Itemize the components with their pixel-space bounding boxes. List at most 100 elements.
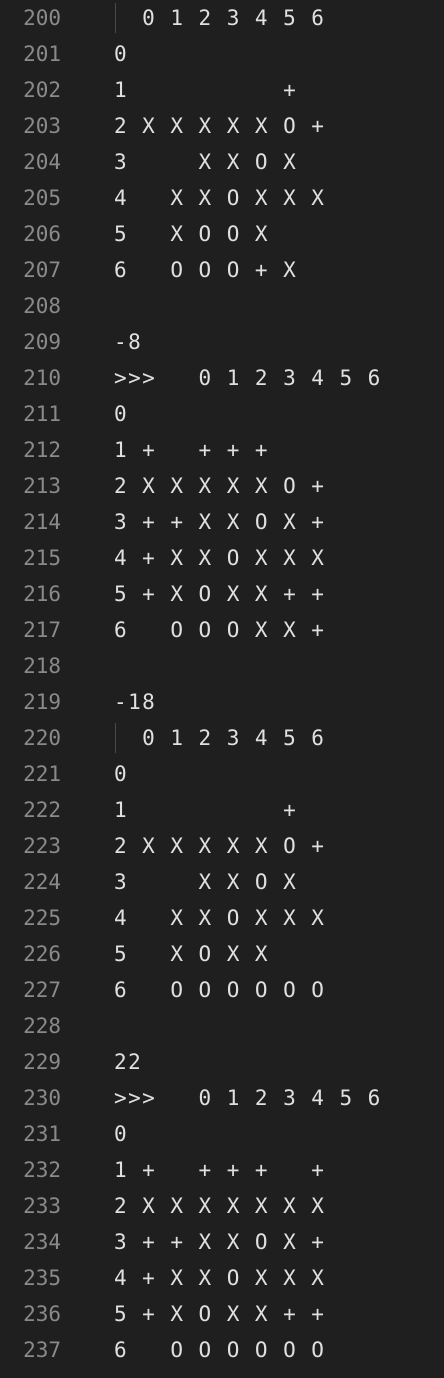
line-number: 213 [23,474,61,498]
line-number: 236 [23,1302,61,1326]
line-content[interactable]: 0 1 2 3 4 5 6 [114,720,325,756]
line-number: 203 [23,114,61,138]
line-content[interactable]: 3 X X O X [114,864,297,900]
line-content[interactable]: 5 X O O X [114,216,269,252]
line-content[interactable]: -18 [114,684,156,720]
line-content[interactable]: 22 [114,1044,142,1080]
line-content[interactable]: 4 X X O X X X [114,900,325,936]
line-content[interactable]: 6 O O O O O O [114,1332,325,1368]
line-content[interactable]: 3 + + X X O X + [114,1224,325,1260]
editor-line[interactable]: 228 [0,1008,444,1044]
line-number: 200 [23,6,61,30]
editor-line[interactable]: 215 4 + X X O X X X [0,540,444,576]
line-content[interactable]: 1 + + + + [114,432,269,468]
line-number: 225 [23,906,61,930]
line-content[interactable]: 5 + X O X X + + [114,1296,325,1332]
line-number: 227 [23,978,61,1002]
line-content[interactable]: 2 X X X X X O + [114,828,325,864]
editor-line[interactable]: 227 6 O O O O O O [0,972,444,1008]
editor-line[interactable]: 211 0 [0,396,444,432]
editor-line[interactable]: 209 -8 [0,324,444,360]
editor-line[interactable]: 201 0 [0,36,444,72]
editor-line[interactable]: 214 3 + + X X O X + [0,504,444,540]
editor-line[interactable]: 236 5 + X O X X + + [0,1296,444,1332]
line-number: 206 [23,222,61,246]
editor-line[interactable]: 235 4 + X X O X X X [0,1260,444,1296]
line-number: 219 [23,690,61,714]
line-content[interactable]: 0 1 2 3 4 5 6 [114,0,325,36]
editor-line[interactable]: 205 4 X X O X X X [0,180,444,216]
line-number: 221 [23,762,61,786]
line-content[interactable]: 0 [114,1116,128,1152]
editor-line[interactable]: 219 -18 [0,684,444,720]
line-number: 208 [23,294,61,318]
line-number: 202 [23,78,61,102]
line-number: 204 [23,150,61,174]
line-content[interactable]: 1 + [114,72,297,108]
line-number: 212 [23,438,61,462]
line-number: 216 [23,582,61,606]
line-content[interactable]: 5 X O X X [114,936,269,972]
line-number: 214 [23,510,61,534]
editor-line[interactable]: 203 2 X X X X X O + [0,108,444,144]
line-content[interactable]: 3 + + X X O X + [114,504,325,540]
editor-line[interactable]: 204 3 X X O X [0,144,444,180]
editor-line[interactable]: 221 0 [0,756,444,792]
line-number: 215 [23,546,61,570]
editor-line[interactable]: 225 4 X X O X X X [0,900,444,936]
line-number: 231 [23,1122,61,1146]
line-content[interactable]: 2 X X X X X O + [114,468,325,504]
code-editor[interactable]: 200 0 1 2 3 4 5 6 201 0 202 1 +203 2 X X X X … [0,0,444,1378]
editor-line[interactable]: 233 2 X X X X X X X [0,1188,444,1224]
line-content[interactable]: >>> 0 1 2 3 4 5 6 [114,360,382,396]
editor-line[interactable]: 230 >>> 0 1 2 3 4 5 6 [0,1080,444,1116]
editor-line[interactable]: 234 3 + + X X O X + [0,1224,444,1260]
editor-line[interactable]: 216 5 + X O X X + + [0,576,444,612]
line-content[interactable]: 0 [114,396,128,432]
line-content[interactable]: 6 O O O O O O [114,972,325,1008]
line-number: 223 [23,834,61,858]
editor-line[interactable]: 212 1 + + + + [0,432,444,468]
line-content[interactable]: 1 + + + + + [114,1152,325,1188]
editor-line[interactable]: 217 6 O O O X X + [0,612,444,648]
line-content[interactable]: 1 + [114,792,297,828]
editor-line[interactable]: 200 0 1 2 3 4 5 6 [0,0,444,36]
line-content[interactable]: 3 X X O X [114,144,297,180]
line-number: 210 [23,366,61,390]
editor-line[interactable]: 222 1 + [0,792,444,828]
editor-line[interactable]: 220 0 1 2 3 4 5 6 [0,720,444,756]
line-number: 224 [23,870,61,894]
editor-line[interactable]: 208 [0,288,444,324]
line-content[interactable]: 4 X X O X X X [114,180,325,216]
line-content[interactable]: 6 O O O X X + [114,612,325,648]
line-content[interactable]: -8 [114,324,142,360]
editor-line[interactable]: 232 1 + + + + + [0,1152,444,1188]
editor-line[interactable]: 218 [0,648,444,684]
editor-line[interactable]: 207 6 O O O + X [0,252,444,288]
editor-line[interactable]: 206 5 X O O X [0,216,444,252]
editor-line[interactable]: 202 1 + [0,72,444,108]
line-content[interactable]: >>> 0 1 2 3 4 5 6 [114,1080,382,1116]
line-content[interactable]: 2 X X X X X O + [114,108,325,144]
line-content[interactable]: 6 O O O + X [114,252,297,288]
line-content[interactable]: 0 [114,756,128,792]
editor-line[interactable]: 223 2 X X X X X O + [0,828,444,864]
line-number: 228 [23,1014,61,1038]
line-number: 233 [23,1194,61,1218]
line-content[interactable]: 4 + X X O X X X [114,540,325,576]
line-content[interactable]: 2 X X X X X X X [114,1188,325,1224]
editor-line[interactable]: 231 0 [0,1116,444,1152]
editor-line[interactable]: 229 22 [0,1044,444,1080]
line-number: 211 [23,402,61,426]
editor-line[interactable]: 226 5 X O X X [0,936,444,972]
line-number: 218 [23,654,61,678]
line-number: 230 [23,1086,61,1110]
editor-line[interactable]: 237 6 O O O O O O [0,1332,444,1368]
editor-line[interactable]: 210 >>> 0 1 2 3 4 5 6 [0,360,444,396]
line-content[interactable]: 5 + X O X X + + [114,576,325,612]
editor-line[interactable]: 224 3 X X O X [0,864,444,900]
line-content[interactable]: 4 + X X O X X X [114,1260,325,1296]
editor-line[interactable]: 213 2 X X X X X O + [0,468,444,504]
line-content[interactable]: 0 [114,36,128,72]
line-number: 237 [23,1338,61,1362]
